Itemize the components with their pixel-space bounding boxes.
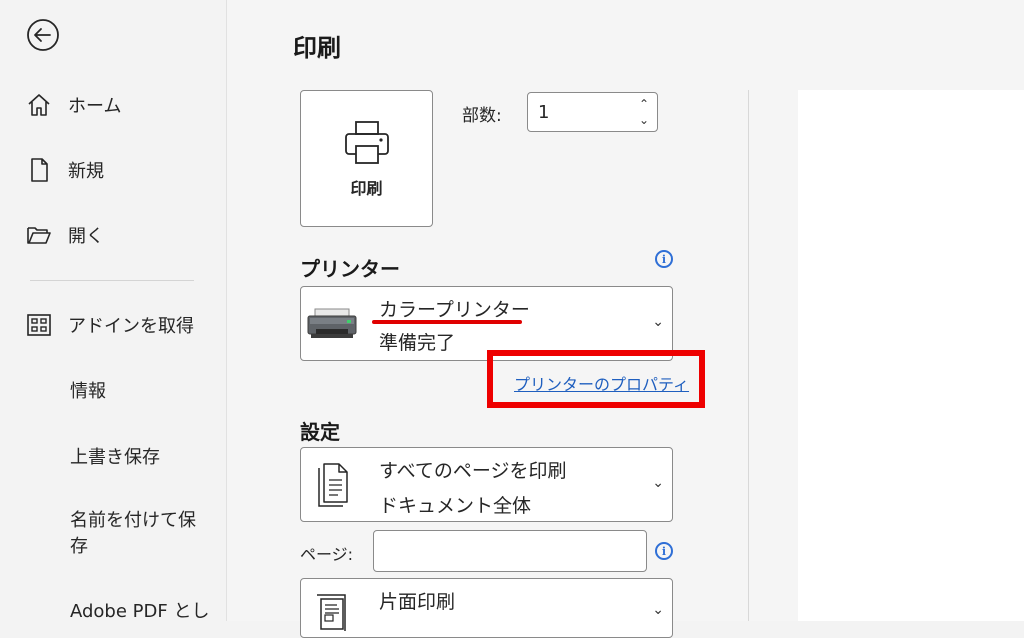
sidebar-item-save-as[interactable]: 名前を付けて保 存 (70, 508, 210, 562)
print-preview-page (798, 90, 1024, 621)
print-range-title: すべてのページを印刷 (379, 460, 567, 482)
pages-input[interactable] (373, 530, 647, 572)
pages-icon (315, 462, 351, 512)
sidebar-item-save[interactable]: 上書き保存 (70, 440, 160, 472)
printer-icon (344, 120, 389, 164)
sidebar-item-label: アドインを取得 (68, 316, 194, 337)
preview-divider (748, 90, 749, 621)
print-button-label: 印刷 (350, 178, 383, 198)
print-button[interactable]: 印刷 (300, 90, 433, 227)
add-ins-grid-icon (26, 312, 56, 338)
chevron-down-icon[interactable]: ⌄ (639, 114, 649, 126)
home-icon (26, 92, 56, 118)
back-button[interactable] (26, 18, 60, 52)
sidebar-item-label: 情報 (70, 381, 106, 402)
copies-spinner[interactable]: 1 ⌃ ⌄ (527, 92, 658, 132)
open-folder-icon (26, 222, 56, 248)
back-arrow-icon (27, 19, 59, 51)
sidebar-divider (30, 280, 194, 281)
pages-info-icon[interactable]: i (655, 542, 673, 560)
sidebar-item-label: 名前を付けて保 存 (70, 510, 196, 557)
printer-status: 準備完了 (379, 332, 456, 354)
backstage-sidebar: ホーム 新規 開く アドインを取得 情報 上書き保存 名前を付けて保 存 Ado… (0, 0, 226, 622)
printer-info-icon[interactable]: i (655, 250, 673, 268)
sidebar-item-label: 新規 (68, 161, 104, 182)
sidebar-item-label: Adobe PDF とし (70, 601, 210, 622)
chevron-down-icon: ⌄ (652, 474, 664, 491)
pages-label: ページ: (300, 545, 354, 564)
copies-label: 部数: (462, 106, 502, 126)
page-title: 印刷 (293, 34, 341, 62)
sidebar-item-label: 上書き保存 (70, 447, 160, 468)
red-underline-annotation (372, 320, 522, 324)
sidebar-item-open[interactable]: 開く (26, 219, 104, 251)
sidebar-item-home[interactable]: ホーム (26, 89, 121, 121)
print-range-subtitle: ドキュメント全体 (379, 495, 532, 517)
sidebar-item-label: ホーム (68, 96, 122, 117)
printer-heading: プリンター (300, 257, 400, 281)
printer-device-icon (307, 307, 357, 345)
chevron-down-icon: ⌄ (652, 602, 664, 618)
settings-heading: 設定 (300, 420, 340, 444)
sidebar-item-get-add-ins[interactable]: アドインを取得 (26, 309, 194, 341)
sides-select[interactable]: 片面印刷 ⌄ (300, 578, 673, 638)
chevron-down-icon: ⌄ (652, 313, 664, 330)
one-sided-icon (313, 591, 351, 635)
printer-name: カラープリンター (379, 299, 530, 321)
new-document-icon (26, 157, 56, 183)
sidebar-item-new[interactable]: 新規 (26, 154, 104, 186)
chevron-up-icon[interactable]: ⌃ (639, 98, 649, 110)
sidebar-item-label: 開く (68, 226, 104, 247)
print-range-select[interactable]: すべてのページを印刷 ドキュメント全体 ⌄ (300, 447, 673, 522)
sidebar-item-save-as-adobe-pdf[interactable]: Adobe PDF とし (70, 594, 209, 626)
sides-title: 片面印刷 (379, 591, 456, 613)
sidebar-item-info[interactable]: 情報 (70, 374, 106, 406)
copies-value: 1 (538, 102, 550, 123)
printer-properties-link[interactable]: プリンターのプロパティ (514, 371, 689, 395)
